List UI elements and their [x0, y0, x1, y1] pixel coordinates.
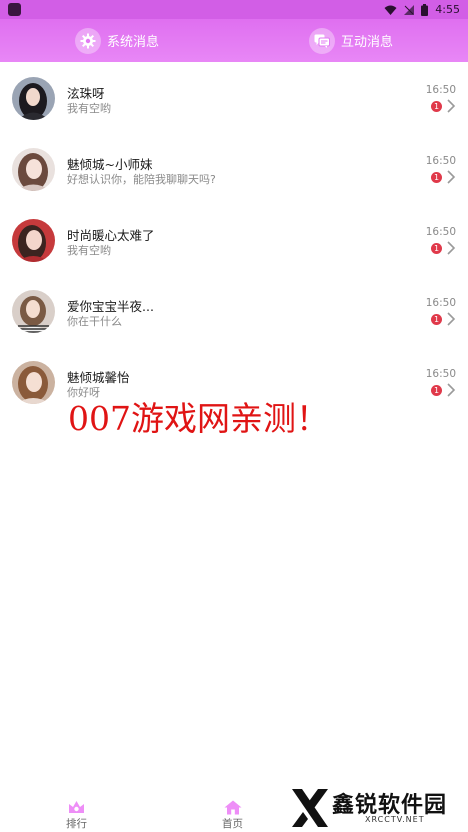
message-list: 泫珠呀 我有空哟 16:50 1 魅倾城~小师妹 好想认识你，能陪我聊聊天吗? …: [0, 62, 468, 404]
nav-item-ranking[interactable]: 排行: [66, 800, 87, 831]
message-row[interactable]: 泫珠呀 我有空哟 16:50 1: [0, 62, 468, 133]
chat-bubbles-icon: [308, 27, 335, 54]
status-time: 4:55: [435, 3, 460, 16]
message-preview: 我有空哟: [67, 244, 111, 257]
message-preview: 好想认识你，能陪我聊聊天吗?: [67, 173, 216, 186]
message-time: 16:50: [425, 297, 456, 309]
avatar: [12, 148, 55, 191]
message-row[interactable]: 魅倾城~小师妹 好想认识你，能陪我聊聊天吗? 16:50 1: [0, 133, 468, 204]
battery-icon: [421, 3, 429, 16]
avatar: [12, 361, 55, 404]
tab-interactive-messages-label: 互动消息: [340, 35, 393, 50]
logo-x-icon: [292, 789, 328, 827]
nav-item-home[interactable]: 首页: [222, 800, 243, 831]
message-time: 16:50: [425, 226, 456, 238]
chevron-right-icon: [447, 241, 456, 255]
chevron-right-icon: [447, 312, 456, 326]
message-time: 16:50: [425, 368, 456, 380]
signal-icon: [404, 4, 415, 15]
tab-system-messages[interactable]: 系统消息: [0, 19, 234, 62]
chevron-right-icon: [447, 170, 456, 184]
message-preview: 你在干什么: [67, 315, 122, 328]
tab-system-messages-label: 系统消息: [106, 35, 159, 50]
avatar: [12, 219, 55, 262]
flower-icon: [69, 801, 84, 813]
message-time: 16:50: [425, 84, 456, 96]
status-bar: 4:55: [0, 0, 468, 19]
chevron-right-icon: [447, 99, 456, 113]
app-notification-icon: [8, 3, 21, 16]
tab-interactive-messages[interactable]: 互动消息: [234, 19, 468, 62]
nav-home-label: 首页: [222, 818, 243, 830]
home-icon: [224, 800, 241, 815]
unread-badge: 1: [431, 101, 442, 112]
message-row[interactable]: 时尚暖心太难了 我有空哟 16:50 1: [0, 204, 468, 275]
unread-badge: 1: [431, 243, 442, 254]
message-preview: 我有空哟: [67, 102, 111, 115]
gear-icon: [74, 27, 101, 54]
watermark-text: 007游戏网亲测！: [68, 399, 329, 438]
unread-badge: 1: [431, 172, 442, 183]
avatar: [12, 290, 55, 333]
wifi-icon: [384, 5, 397, 15]
unread-badge: 1: [431, 385, 442, 396]
unread-badge: 1: [431, 314, 442, 325]
logo-domain: XRCCTV.NET: [365, 815, 425, 824]
site-logo: 鑫锐软件园 XRCCTV.NET: [290, 785, 460, 830]
avatar: [12, 77, 55, 120]
chevron-right-icon: [447, 383, 456, 397]
message-tabs: 系统消息 互动消息: [0, 19, 468, 62]
message-row[interactable]: 爱你宝宝半夜... 你在干什么 16:50 1: [0, 275, 468, 346]
nav-ranking-label: 排行: [66, 818, 87, 830]
message-time: 16:50: [425, 155, 456, 167]
status-icons: 4:55: [384, 3, 460, 16]
